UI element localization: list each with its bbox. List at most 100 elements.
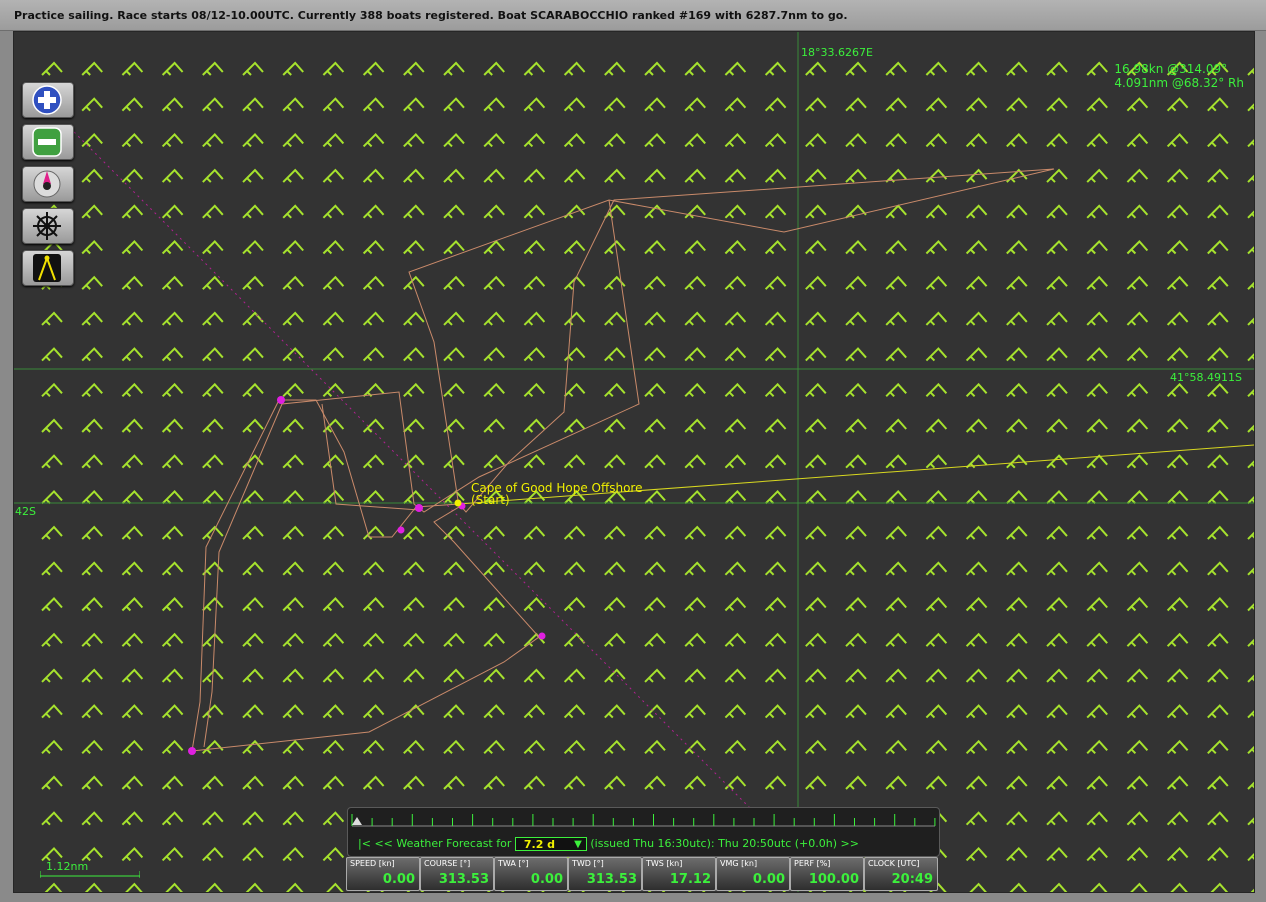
wind-barb: [724, 418, 747, 433]
measure-button[interactable]: [22, 250, 74, 286]
wind-barb: [121, 132, 144, 148]
wind-barb: [965, 739, 988, 755]
wind-barb: [1046, 739, 1068, 755]
center-boat-button[interactable]: [22, 166, 74, 202]
wind-barb: [161, 739, 184, 755]
wind-barb: [1166, 668, 1189, 683]
wind-barb: [1086, 525, 1108, 540]
gauge-value: 0.00: [382, 872, 415, 887]
wind-barb: [1086, 418, 1108, 433]
wind-barb: [805, 418, 827, 433]
timeline-slider-thumb[interactable]: [352, 817, 362, 825]
wind-barb: [805, 632, 827, 647]
wind-barb: [644, 97, 666, 112]
wind-barb: [1166, 132, 1189, 148]
zoom-in-button[interactable]: [22, 82, 74, 118]
wind-barb: [1166, 739, 1189, 755]
waypoint-marker[interactable]: [188, 747, 196, 755]
forecast-timeline[interactable]: [348, 808, 939, 834]
helm-button[interactable]: [22, 208, 74, 244]
wind-barb: [81, 632, 103, 647]
wind-barb: [41, 525, 63, 540]
wind-barb: [965, 382, 988, 398]
wind-barb: [1006, 525, 1028, 540]
wind-barb: [1046, 347, 1068, 362]
waypoint-marker[interactable]: [397, 526, 405, 534]
gauge-speed: SPEED [kn] 0.00: [346, 857, 420, 891]
wind-barb: [322, 846, 345, 862]
wind-barb: [845, 525, 867, 540]
wind-barb: [81, 168, 103, 183]
zoom-out-button[interactable]: [22, 124, 74, 160]
wind-barb: [1166, 97, 1189, 112]
wind-barb: [121, 347, 144, 362]
wind-barb: [644, 61, 666, 76]
wind-barb: [443, 775, 465, 790]
wind-barb: [403, 668, 425, 683]
plus-icon: [32, 85, 62, 115]
wind-barb: [523, 418, 546, 433]
longitude-label: 18°33.6267E: [801, 46, 873, 59]
wind-barb: [805, 525, 827, 540]
wind-barb: [362, 704, 385, 719]
waypoint-marker[interactable]: [415, 504, 423, 512]
map-canvas[interactable]: [14, 32, 1254, 892]
wind-barb: [644, 775, 666, 790]
wind-barb: [81, 418, 103, 433]
wind-barb: [764, 311, 787, 326]
wind-barb: [684, 382, 706, 398]
forecast-next-button[interactable]: >>: [841, 837, 859, 850]
wind-barb: [724, 347, 747, 362]
wind-barb: [845, 275, 867, 290]
wind-barb: [563, 525, 586, 540]
wind-barb: [161, 240, 184, 255]
chart-map[interactable]: 18°33.6267E 41°58.4911S 42S 16.98kn @314…: [13, 31, 1255, 893]
wind-barb: [764, 382, 787, 398]
wind-barb: [644, 668, 666, 683]
waypoint-marker[interactable]: [538, 632, 546, 640]
wind-barb: [925, 525, 948, 540]
wind-barb: [81, 775, 103, 790]
wind-barb: [282, 61, 304, 76]
wind-barb: [242, 418, 264, 433]
wind-barb: [684, 454, 706, 469]
wind-barb: [604, 347, 626, 362]
gauge-label: COURSE [°]: [424, 859, 471, 868]
wind-barb: [644, 525, 666, 540]
wind-barb: [1207, 132, 1229, 148]
wind-barb: [242, 561, 264, 576]
start-point-marker[interactable]: [454, 499, 462, 507]
forecast-select[interactable]: 7.2 d ▼: [514, 837, 587, 851]
wind-barb: [805, 668, 827, 683]
wind-barb: [604, 597, 626, 612]
wind-barb: [925, 61, 948, 76]
wind-barb: [41, 561, 63, 576]
wind-barb: [1166, 811, 1189, 826]
wind-barb: [242, 704, 264, 719]
wind-barb: [644, 240, 666, 255]
wind-barb: [563, 632, 586, 647]
wind-barb: [523, 704, 546, 719]
forecast-issued-text: (issued Thu 16:30utc): Thu 20:50utc (+0.…: [590, 837, 838, 850]
forecast-prev-button[interactable]: <<: [374, 837, 392, 850]
wind-barb: [121, 204, 144, 219]
forecast-first-button[interactable]: |<: [358, 837, 371, 850]
wind-barb: [161, 597, 184, 612]
gauge-label: SPEED [kn]: [350, 859, 395, 868]
wind-barb: [403, 597, 425, 612]
wind-barb: [523, 132, 546, 148]
wind-barb: [121, 418, 144, 433]
wind-barb: [322, 61, 345, 76]
wind-barb: [443, 739, 465, 755]
wind-barb: [483, 132, 505, 148]
boat-track-outer: [191, 168, 1055, 752]
wind-barb: [81, 668, 103, 683]
wind-barb: [1247, 531, 1254, 540]
wind-barb: [1170, 882, 1188, 892]
wind-barb: [1126, 846, 1149, 862]
wind-barb: [41, 597, 63, 612]
waypoint-marker[interactable]: [277, 396, 285, 404]
helm-wheel-icon: [33, 212, 61, 240]
wind-barb: [362, 347, 385, 362]
wind-barb: [242, 240, 264, 255]
